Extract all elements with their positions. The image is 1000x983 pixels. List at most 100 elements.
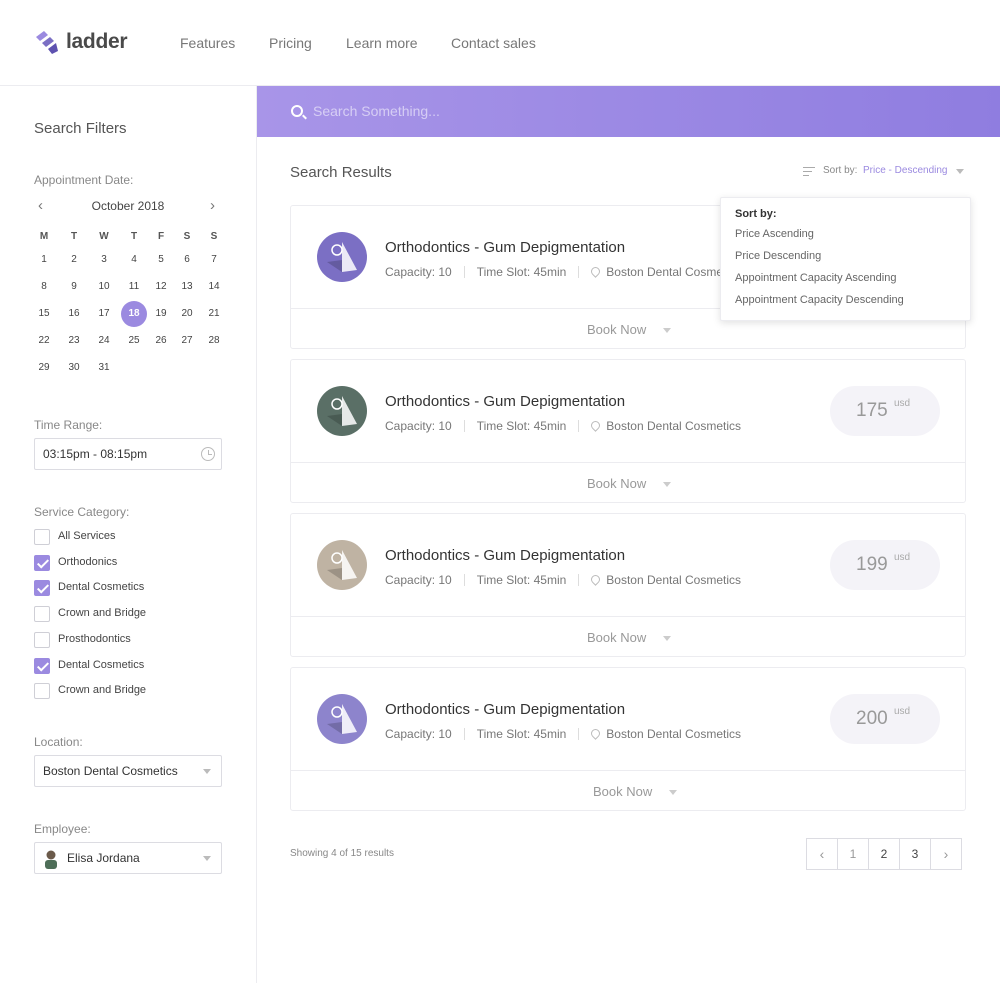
book-now-button[interactable]: Book Now [291, 771, 965, 811]
chevron-left-icon[interactable]: ‹ [38, 197, 43, 215]
nav-pricing[interactable]: Pricing [269, 35, 312, 51]
book-now-label: Book Now [587, 630, 647, 645]
service-title[interactable]: Orthodontics - Gum Depigmentation [385, 701, 625, 718]
service-title[interactable]: Orthodontics - Gum Depigmentation [385, 239, 625, 256]
calendar-day[interactable]: 24 [93, 330, 115, 352]
calendar-day[interactable]: 9 [63, 276, 85, 298]
capacity-text: Capacity: 10 [385, 726, 452, 741]
checkbox[interactable] [34, 529, 50, 545]
price-badge: 200 usd [830, 694, 940, 744]
time-range-value: 03:15pm - 08:15pm [43, 447, 148, 461]
page-3-button[interactable]: 3 [899, 838, 931, 870]
calendar-day[interactable]: 4 [123, 249, 145, 271]
category-label: Crown and Bridge [58, 607, 147, 620]
calendar-month: October 2018 [91, 199, 165, 213]
divider [578, 573, 580, 586]
checkbox[interactable] [34, 683, 50, 700]
sort-option-price-descending[interactable]: Price Descending [735, 250, 821, 262]
logo[interactable]: ladder [34, 29, 128, 55]
chevron-left-icon[interactable]: ‹ [806, 838, 838, 870]
calendar-day[interactable]: 31 [93, 357, 115, 379]
calendar-day[interactable]: 30 [63, 357, 85, 379]
sort-option-capacity-descending[interactable]: Appointment Capacity Descending [735, 294, 904, 306]
employee-select[interactable]: Elisa Jordana [34, 842, 222, 874]
calendar-day[interactable]: 28 [203, 330, 225, 352]
calendar-day[interactable]: 20 [176, 303, 198, 325]
sort-label: Sort by: [823, 165, 858, 176]
time-range-input[interactable]: 03:15pm - 08:15pm [34, 438, 222, 470]
nav-learn-more[interactable]: Learn more [346, 35, 418, 51]
book-now-button[interactable]: Book Now [291, 463, 965, 503]
page-2-button[interactable]: 2 [868, 838, 900, 870]
location-pin-icon [589, 727, 603, 741]
search-bar [257, 86, 1000, 137]
chevron-right-icon[interactable]: › [210, 197, 215, 215]
calendar-day[interactable]: 1 [33, 249, 55, 271]
checkbox-checked[interactable] [34, 554, 50, 571]
calendar-day[interactable]: 16 [63, 303, 85, 325]
calendar-day[interactable]: 25 [123, 330, 145, 352]
nav-contact-sales[interactable]: Contact sales [451, 35, 536, 51]
divider [578, 419, 580, 432]
chevron-down-icon [956, 169, 964, 174]
calendar-day[interactable]: 29 [33, 357, 55, 379]
checkbox-checked[interactable] [34, 657, 50, 674]
divider [578, 727, 580, 740]
logo-text: ladder [66, 30, 128, 53]
calendar-day[interactable]: 5 [150, 249, 172, 271]
price-unit: usd [894, 552, 911, 563]
service-title[interactable]: Orthodontics - Gum Depigmentation [385, 547, 625, 564]
tooth-illustration-icon [327, 550, 357, 580]
sort-dropdown: Sort by: Price Ascending Price Descendin… [720, 197, 971, 321]
calendar-day[interactable]: 14 [203, 276, 225, 298]
calendar-day[interactable]: 19 [150, 303, 172, 325]
calendar-weekday: T [70, 231, 78, 242]
price-value: 200 [856, 708, 888, 729]
calendar-weekday: M [39, 231, 49, 242]
book-now-button[interactable]: Book Now [291, 617, 965, 657]
checkbox[interactable] [34, 606, 50, 623]
time-slot-text: Time Slot: 45min [476, 572, 567, 587]
results-count: Showing 4 of 15 results [290, 848, 394, 859]
service-meta: Capacity: 10 Time Slot: 45min Boston Denta… [385, 418, 741, 433]
calendar-day[interactable]: 6 [176, 249, 198, 271]
calendar-day[interactable]: 27 [176, 330, 198, 352]
calendar-day[interactable]: 23 [63, 330, 85, 352]
calendar-day[interactable]: 3 [93, 249, 115, 271]
calendar-day[interactable]: 21 [203, 303, 225, 325]
page-1-button[interactable]: 1 [837, 838, 869, 870]
calendar-day[interactable]: 2 [63, 249, 85, 271]
calendar-day-selected[interactable]: 18 [121, 301, 147, 327]
employee-value: Elisa Jordana [67, 851, 140, 865]
calendar-weekday: S [183, 231, 191, 242]
calendar-day[interactable]: 17 [93, 303, 115, 325]
nav-features[interactable]: Features [180, 35, 235, 51]
calendar-header: October 2018 ‹ › [34, 197, 222, 215]
sort-option-capacity-ascending[interactable]: Appointment Capacity Ascending [735, 272, 896, 284]
chevron-right-icon[interactable]: › [930, 838, 962, 870]
calendar-day[interactable]: 12 [150, 276, 172, 298]
calendar-day[interactable]: 26 [150, 330, 172, 352]
calendar-weekday: S [210, 231, 218, 242]
divider [463, 727, 465, 740]
sort-option-price-ascending[interactable]: Price Ascending [735, 228, 814, 240]
chevron-down-icon [663, 636, 671, 641]
checkbox-checked[interactable] [34, 580, 50, 597]
calendar-day[interactable]: 8 [33, 276, 55, 298]
book-now-label: Book Now [587, 322, 647, 337]
checkbox[interactable] [34, 631, 50, 648]
location-select[interactable]: Boston Dental Cosmetics [34, 755, 222, 787]
calendar-day[interactable]: 22 [33, 330, 55, 352]
calendar-day[interactable]: 13 [176, 276, 198, 298]
calendar-day[interactable]: 11 [123, 276, 145, 298]
location-label: Location: [34, 735, 83, 749]
search-input[interactable] [313, 100, 713, 122]
calendar-day[interactable]: 10 [93, 276, 115, 298]
service-title[interactable]: Orthodontics - Gum Depigmentation [385, 393, 625, 410]
calendar-day[interactable]: 7 [203, 249, 225, 271]
service-avatar [317, 694, 367, 744]
result-card: Orthodontics - Gum Depigmentation Capacit… [290, 513, 966, 657]
calendar-day[interactable]: 15 [33, 303, 55, 325]
result-card: Orthodontics - Gum Depigmentation Capacit… [290, 667, 966, 811]
capacity-text: Capacity: 10 [385, 418, 452, 433]
